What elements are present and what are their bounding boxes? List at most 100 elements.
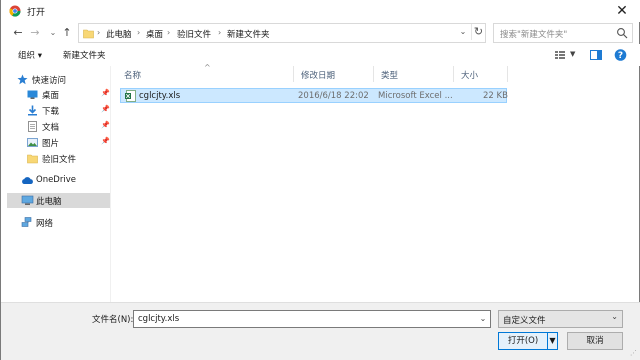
forward-button[interactable]: → xyxy=(28,25,42,41)
column-header-size[interactable]: 大小 xyxy=(454,66,508,82)
filename-history-button[interactable]: ⌄ xyxy=(477,312,489,326)
sidebar-item-network[interactable]: 网络 xyxy=(7,215,110,230)
chrome-icon xyxy=(9,5,21,17)
column-header-type[interactable]: 类型 xyxy=(374,66,454,82)
chevron-down-icon: ⌄ xyxy=(49,28,57,37)
address-history-button[interactable]: ⌄ xyxy=(456,25,470,39)
filename-value: cglcjty.xls xyxy=(138,314,180,324)
sidebar-item-folder[interactable]: 验旧文件 xyxy=(7,151,110,166)
view-options-icon[interactable] xyxy=(554,48,566,62)
sidebar-item-label: 下载 xyxy=(42,107,60,117)
pin-icon: 📌 xyxy=(101,121,110,129)
breadcrumb-desktop[interactable]: 桌面 xyxy=(146,28,163,40)
sidebar-item-label: OneDrive xyxy=(36,175,76,185)
pin-icon: 📌 xyxy=(101,89,110,97)
table-row[interactable]: cglcjty.xls 2016/6/18 22:02 Microsoft Ex… xyxy=(120,88,508,103)
open-options-button[interactable]: ▼ xyxy=(547,332,558,350)
folder-icon xyxy=(27,154,38,164)
computer-icon xyxy=(21,195,34,205)
refresh-icon: ↻ xyxy=(473,25,484,38)
navigation-bar: ← → ⌄ ↑ › 此电脑 › 桌面 › 验旧文件 › 新建文件夹 ⌄ ↻ 搜索… xyxy=(1,22,640,44)
sidebar-item-label: 验旧文件 xyxy=(42,155,77,165)
sidebar-item-downloads[interactable]: 下载 📌 xyxy=(7,103,110,118)
download-icon xyxy=(28,105,37,116)
chevron-down-icon: ⌄ xyxy=(611,312,618,321)
search-placeholder: 搜索"新建文件夹" xyxy=(500,30,568,40)
sidebar-item-documents[interactable]: 文档 📌 xyxy=(7,119,110,134)
sidebar-item-label: 此电脑 xyxy=(36,197,62,207)
folder-icon xyxy=(83,29,94,39)
chevron-down-icon: ⌄ xyxy=(459,27,467,36)
document-icon xyxy=(28,121,37,132)
file-size: 22 KB xyxy=(483,91,508,101)
sidebar-item-desktop[interactable]: 桌面 📌 xyxy=(7,87,110,102)
sidebar-item-label: 快速访问 xyxy=(32,76,67,86)
dropdown-triangle-icon: ▼ xyxy=(549,336,556,345)
search-icon xyxy=(617,28,628,39)
breadcrumb-separator: › xyxy=(97,28,101,37)
view-dropdown-icon[interactable]: ▼ xyxy=(570,50,575,58)
pane-divider xyxy=(110,66,111,302)
help-icon[interactable]: ? xyxy=(614,48,627,62)
column-header-label: 名称 xyxy=(124,71,142,81)
command-bar: 组织 ▾ 新建文件夹 ▼ ? xyxy=(1,44,640,66)
sidebar-item-this-pc[interactable]: 此电脑 xyxy=(7,193,110,208)
preview-pane-icon[interactable] xyxy=(590,48,602,62)
file-type-value: 自定义文件 xyxy=(503,316,546,326)
desktop-icon xyxy=(27,90,38,99)
back-button[interactable]: ← xyxy=(11,25,25,41)
resize-grip-icon[interactable]: ⋰ xyxy=(630,349,637,357)
open-file-dialog: 打开 ✕ ← → ⌄ ↑ › 此电脑 › 桌面 › 验旧文件 › 新建文件夹 ⌄… xyxy=(0,0,640,360)
address-bar[interactable]: › 此电脑 › 桌面 › 验旧文件 › 新建文件夹 xyxy=(78,23,486,43)
open-button[interactable]: 打开(O) xyxy=(498,332,548,350)
file-name: cglcjty.xls xyxy=(139,91,181,101)
breadcrumb-folder[interactable]: 验旧文件 xyxy=(177,28,211,40)
close-button[interactable]: ✕ xyxy=(611,2,633,20)
up-button[interactable]: ↑ xyxy=(60,25,74,41)
refresh-button[interactable]: ↻ xyxy=(471,24,485,40)
search-input[interactable]: 搜索"新建文件夹" xyxy=(493,23,633,43)
organize-button[interactable]: 组织 ▾ xyxy=(18,49,42,61)
dialog-footer: 文件名(N): cglcjty.xls ⌄ 自定义文件 ⌄ 打开(O) ▼ 取消… xyxy=(1,302,640,360)
breadcrumb-separator: › xyxy=(218,28,222,37)
column-header-label: 类型 xyxy=(381,71,399,81)
navigation-pane: 快速访问 桌面 📌 下载 📌 文档 📌 图片 📌 验旧文件 OneDrive 此… xyxy=(7,66,111,302)
up-arrow-icon: ↑ xyxy=(62,26,72,39)
close-icon: ✕ xyxy=(616,3,628,19)
recent-locations-button[interactable]: ⌄ xyxy=(46,25,60,41)
chevron-down-icon: ⌄ xyxy=(479,314,487,323)
pin-icon: 📌 xyxy=(101,137,110,145)
sidebar-item-label: 网络 xyxy=(36,219,54,229)
sidebar-item-label: 文档 xyxy=(42,123,60,133)
sort-ascending-icon: ^ xyxy=(204,63,211,72)
breadcrumb-current-folder[interactable]: 新建文件夹 xyxy=(227,28,270,40)
svg-text:?: ? xyxy=(618,51,623,61)
cloud-icon xyxy=(22,177,33,184)
filename-input[interactable]: cglcjty.xls xyxy=(133,310,491,328)
network-icon xyxy=(21,217,32,227)
breadcrumb-separator: › xyxy=(167,28,171,37)
star-icon xyxy=(17,74,28,85)
breadcrumb-this-pc[interactable]: 此电脑 xyxy=(106,28,132,40)
forward-arrow-icon: → xyxy=(30,26,40,39)
column-header-modified[interactable]: 修改日期 xyxy=(294,66,374,82)
sidebar-item-label: 桌面 xyxy=(42,91,60,101)
column-header-label: 修改日期 xyxy=(301,71,336,81)
file-type: Microsoft Excel ... xyxy=(378,91,453,101)
column-header-label: 大小 xyxy=(461,71,479,81)
file-list: 名称 ^ 修改日期 类型 大小 cglcjty.xls 2016/6/18 22… xyxy=(117,63,637,302)
new-folder-button[interactable]: 新建文件夹 xyxy=(63,49,106,61)
excel-file-icon xyxy=(125,90,136,102)
title-bar: 打开 ✕ xyxy=(1,0,640,22)
file-modified: 2016/6/18 22:02 xyxy=(298,91,369,101)
column-header-name[interactable]: 名称 ^ xyxy=(117,63,294,82)
window-title: 打开 xyxy=(27,8,46,18)
sidebar-item-pictures[interactable]: 图片 📌 xyxy=(7,135,110,150)
sidebar-item-onedrive[interactable]: OneDrive xyxy=(7,173,110,188)
back-arrow-icon: ← xyxy=(13,26,23,39)
file-type-select[interactable]: 自定义文件 ⌄ xyxy=(498,310,623,328)
sidebar-item-quick-access[interactable]: 快速访问 xyxy=(7,72,110,87)
cancel-button[interactable]: 取消 xyxy=(567,332,623,350)
sidebar-item-label: 图片 xyxy=(42,139,60,149)
pin-icon: 📌 xyxy=(101,105,110,113)
